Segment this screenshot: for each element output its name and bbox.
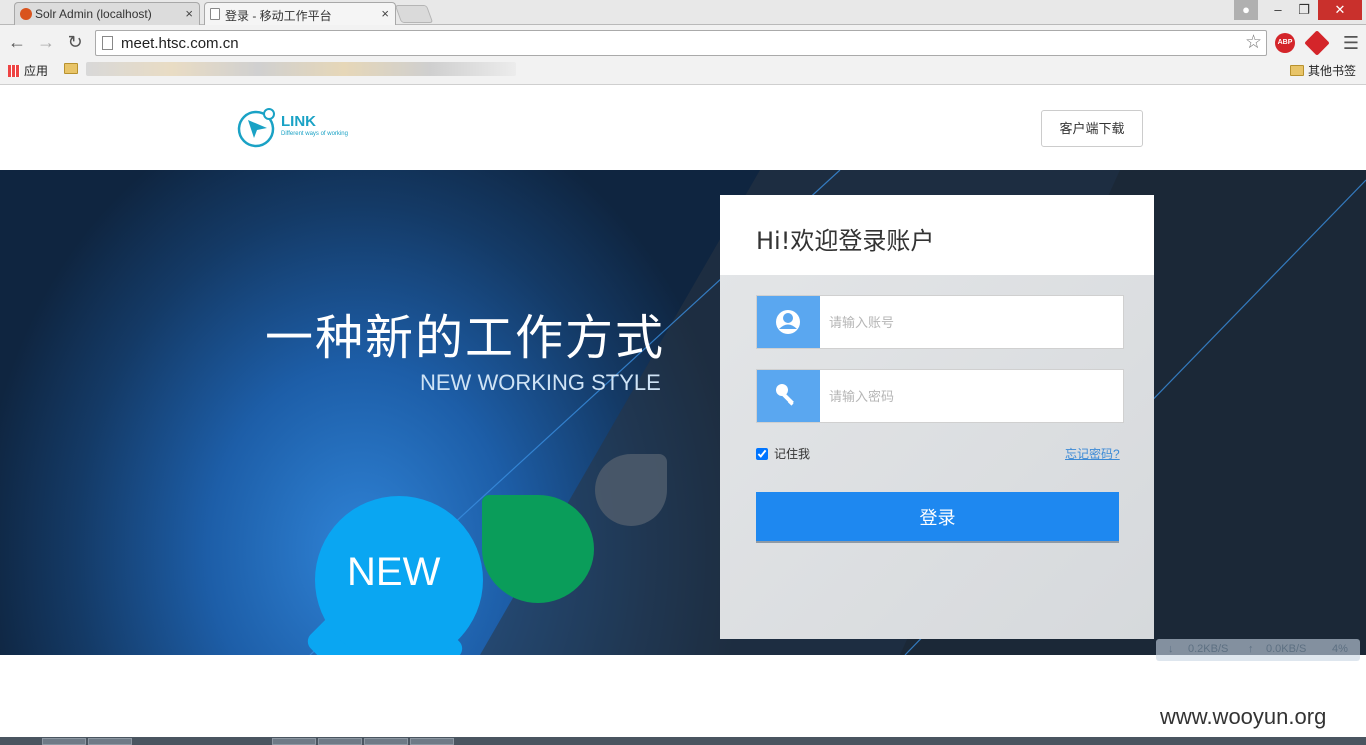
password-input[interactable] — [829, 384, 1109, 408]
restore-icon[interactable]: ❐ — [1292, 0, 1316, 20]
solr-favicon-icon — [20, 8, 32, 20]
logo-icon — [237, 108, 275, 148]
tab-title: Solr Admin (localhost) — [35, 7, 152, 21]
minimize-icon[interactable]: – — [1266, 0, 1290, 20]
remember-checkbox[interactable] — [756, 448, 768, 460]
taskbar-item[interactable] — [318, 738, 362, 745]
gray-leaf-shape — [595, 454, 667, 526]
new-tab-button[interactable] — [394, 5, 434, 23]
back-icon[interactable]: ← — [6, 31, 28, 53]
apps-label: 应用 — [24, 64, 49, 78]
new-bubble-label: NEW — [347, 550, 441, 594]
green-leaf-shape — [482, 495, 594, 603]
folder-icon — [64, 63, 78, 74]
bookmark-folder[interactable] — [64, 62, 82, 76]
address-bar[interactable]: meet.htsc.com.cn ☆ — [95, 30, 1267, 56]
bookmark-star-icon[interactable]: ☆ — [1245, 31, 1262, 54]
folder-icon — [1290, 65, 1304, 76]
client-download-button[interactable]: 客户端下载 — [1041, 110, 1143, 147]
logo-tagline: Different ways of working — [281, 131, 348, 137]
reload-icon[interactable]: ↻ — [64, 31, 86, 53]
close-tab-icon[interactable]: × — [381, 6, 389, 21]
tab-solr-admin[interactable]: Solr Admin (localhost) × — [14, 2, 200, 25]
taskbar-item[interactable] — [272, 738, 316, 745]
page-icon — [102, 36, 113, 50]
download-arrow-icon: ↓ — [1168, 643, 1174, 655]
close-window-icon[interactable]: ✕ — [1318, 0, 1362, 20]
taskbar-item[interactable] — [88, 738, 132, 745]
password-field[interactable] — [756, 369, 1124, 423]
site-header: LINK Different ways of working 客户端下载 — [0, 85, 1366, 170]
forgot-password-link[interactable]: 忘记密码? — [1065, 445, 1120, 462]
cpu-usage: 4% — [1332, 643, 1348, 655]
profile-icon[interactable]: ● — [1234, 0, 1258, 20]
tab-title: 登录 - 移动工作平台 — [225, 9, 332, 23]
apps-shortcut[interactable]: 应用 — [8, 62, 48, 79]
remember-me[interactable]: 记住我 — [756, 445, 810, 462]
login-button[interactable]: 登录 — [756, 492, 1119, 543]
taskbar-item[interactable] — [410, 738, 454, 745]
login-header: Hi!欢迎登录账户 — [720, 195, 1154, 275]
other-bookmarks-label: 其他书签 — [1308, 64, 1357, 78]
watermark: www.wooyun.org — [1160, 704, 1327, 729]
upload-arrow-icon: ↑ — [1248, 643, 1254, 655]
other-bookmarks[interactable]: 其他书签 — [1290, 62, 1356, 79]
link-logo[interactable]: LINK Different ways of working — [235, 105, 365, 151]
hero-banner: 一种新的工作方式 NEW WORKING STYLE NEW — [0, 170, 1366, 655]
apps-grid-icon — [8, 65, 20, 77]
os-taskbar — [0, 737, 1366, 745]
blurred-bookmarks — [86, 62, 516, 76]
taskbar-item[interactable] — [42, 738, 86, 745]
page-favicon-icon — [210, 8, 220, 20]
tab-strip: Solr Admin (localhost) × 登录 - 移动工作平台 × ●… — [0, 0, 1366, 26]
username-field[interactable] — [756, 295, 1124, 349]
username-input[interactable] — [829, 310, 1109, 334]
hero-title: 一种新的工作方式 — [265, 310, 666, 366]
logo-text: LINK — [281, 113, 316, 130]
url-text: meet.htsc.com.cn — [121, 35, 239, 52]
close-tab-icon[interactable]: × — [185, 6, 193, 21]
login-panel: Hi!欢迎登录账户 记住我 忘记密码? 登录 — [720, 195, 1154, 639]
upload-speed: 0.0KB/S — [1266, 643, 1307, 655]
menu-icon[interactable]: ☰ — [1340, 32, 1362, 54]
login-title: Hi!欢迎登录账户 — [756, 227, 935, 255]
remember-label: 记住我 — [774, 447, 811, 461]
forward-icon[interactable]: → — [35, 31, 57, 53]
taskbar-item[interactable] — [364, 738, 408, 745]
tab-login[interactable]: 登录 - 移动工作平台 × — [204, 2, 396, 26]
network-speed-widget: ↓ 0.2KB/S ↑ 0.0KB/S 4% — [1156, 639, 1360, 661]
hero-decoration — [309, 170, 1366, 655]
hero-subtitle: NEW WORKING STYLE — [420, 370, 661, 395]
key-icon — [757, 370, 820, 422]
user-icon — [757, 296, 820, 348]
adblock-plus-icon[interactable]: ABP — [1275, 33, 1295, 53]
download-speed: 0.2KB/S — [1188, 643, 1229, 655]
